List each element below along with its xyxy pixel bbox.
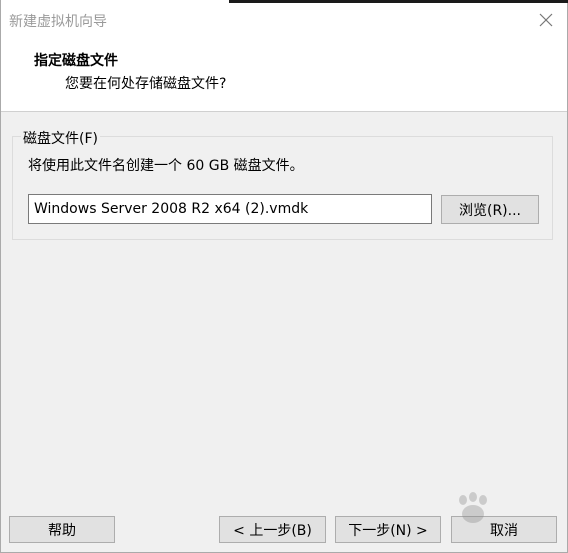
- help-button[interactable]: 帮助: [9, 516, 115, 543]
- title-bar-edge: [229, 0, 568, 3]
- close-icon: [539, 13, 553, 27]
- disk-file-group: [12, 136, 553, 240]
- back-button[interactable]: < 上一步(B): [219, 516, 326, 543]
- disk-file-description: 将使用此文件名创建一个 60 GB 磁盘文件。: [28, 158, 304, 174]
- new-vm-wizard-dialog: 新建虚拟机向导 指定磁盘文件 您要在何处存储磁盘文件? 磁盘文件(F) 将使用此…: [0, 0, 568, 553]
- disk-file-path-input[interactable]: [28, 194, 432, 224]
- baidu-paw-icon: [453, 492, 497, 532]
- disk-file-group-label: 磁盘文件(F): [21, 128, 100, 148]
- browse-button[interactable]: 浏览(R)...: [441, 195, 539, 224]
- title-bar: 新建虚拟机向导: [1, 0, 568, 38]
- close-button[interactable]: [531, 6, 561, 34]
- next-button[interactable]: 下一步(N) >: [335, 516, 441, 543]
- wizard-header: 指定磁盘文件 您要在何处存储磁盘文件?: [1, 38, 567, 112]
- page-title: 指定磁盘文件: [34, 53, 118, 69]
- window-title: 新建虚拟机向导: [9, 14, 107, 30]
- page-subtitle: 您要在何处存储磁盘文件?: [65, 76, 227, 92]
